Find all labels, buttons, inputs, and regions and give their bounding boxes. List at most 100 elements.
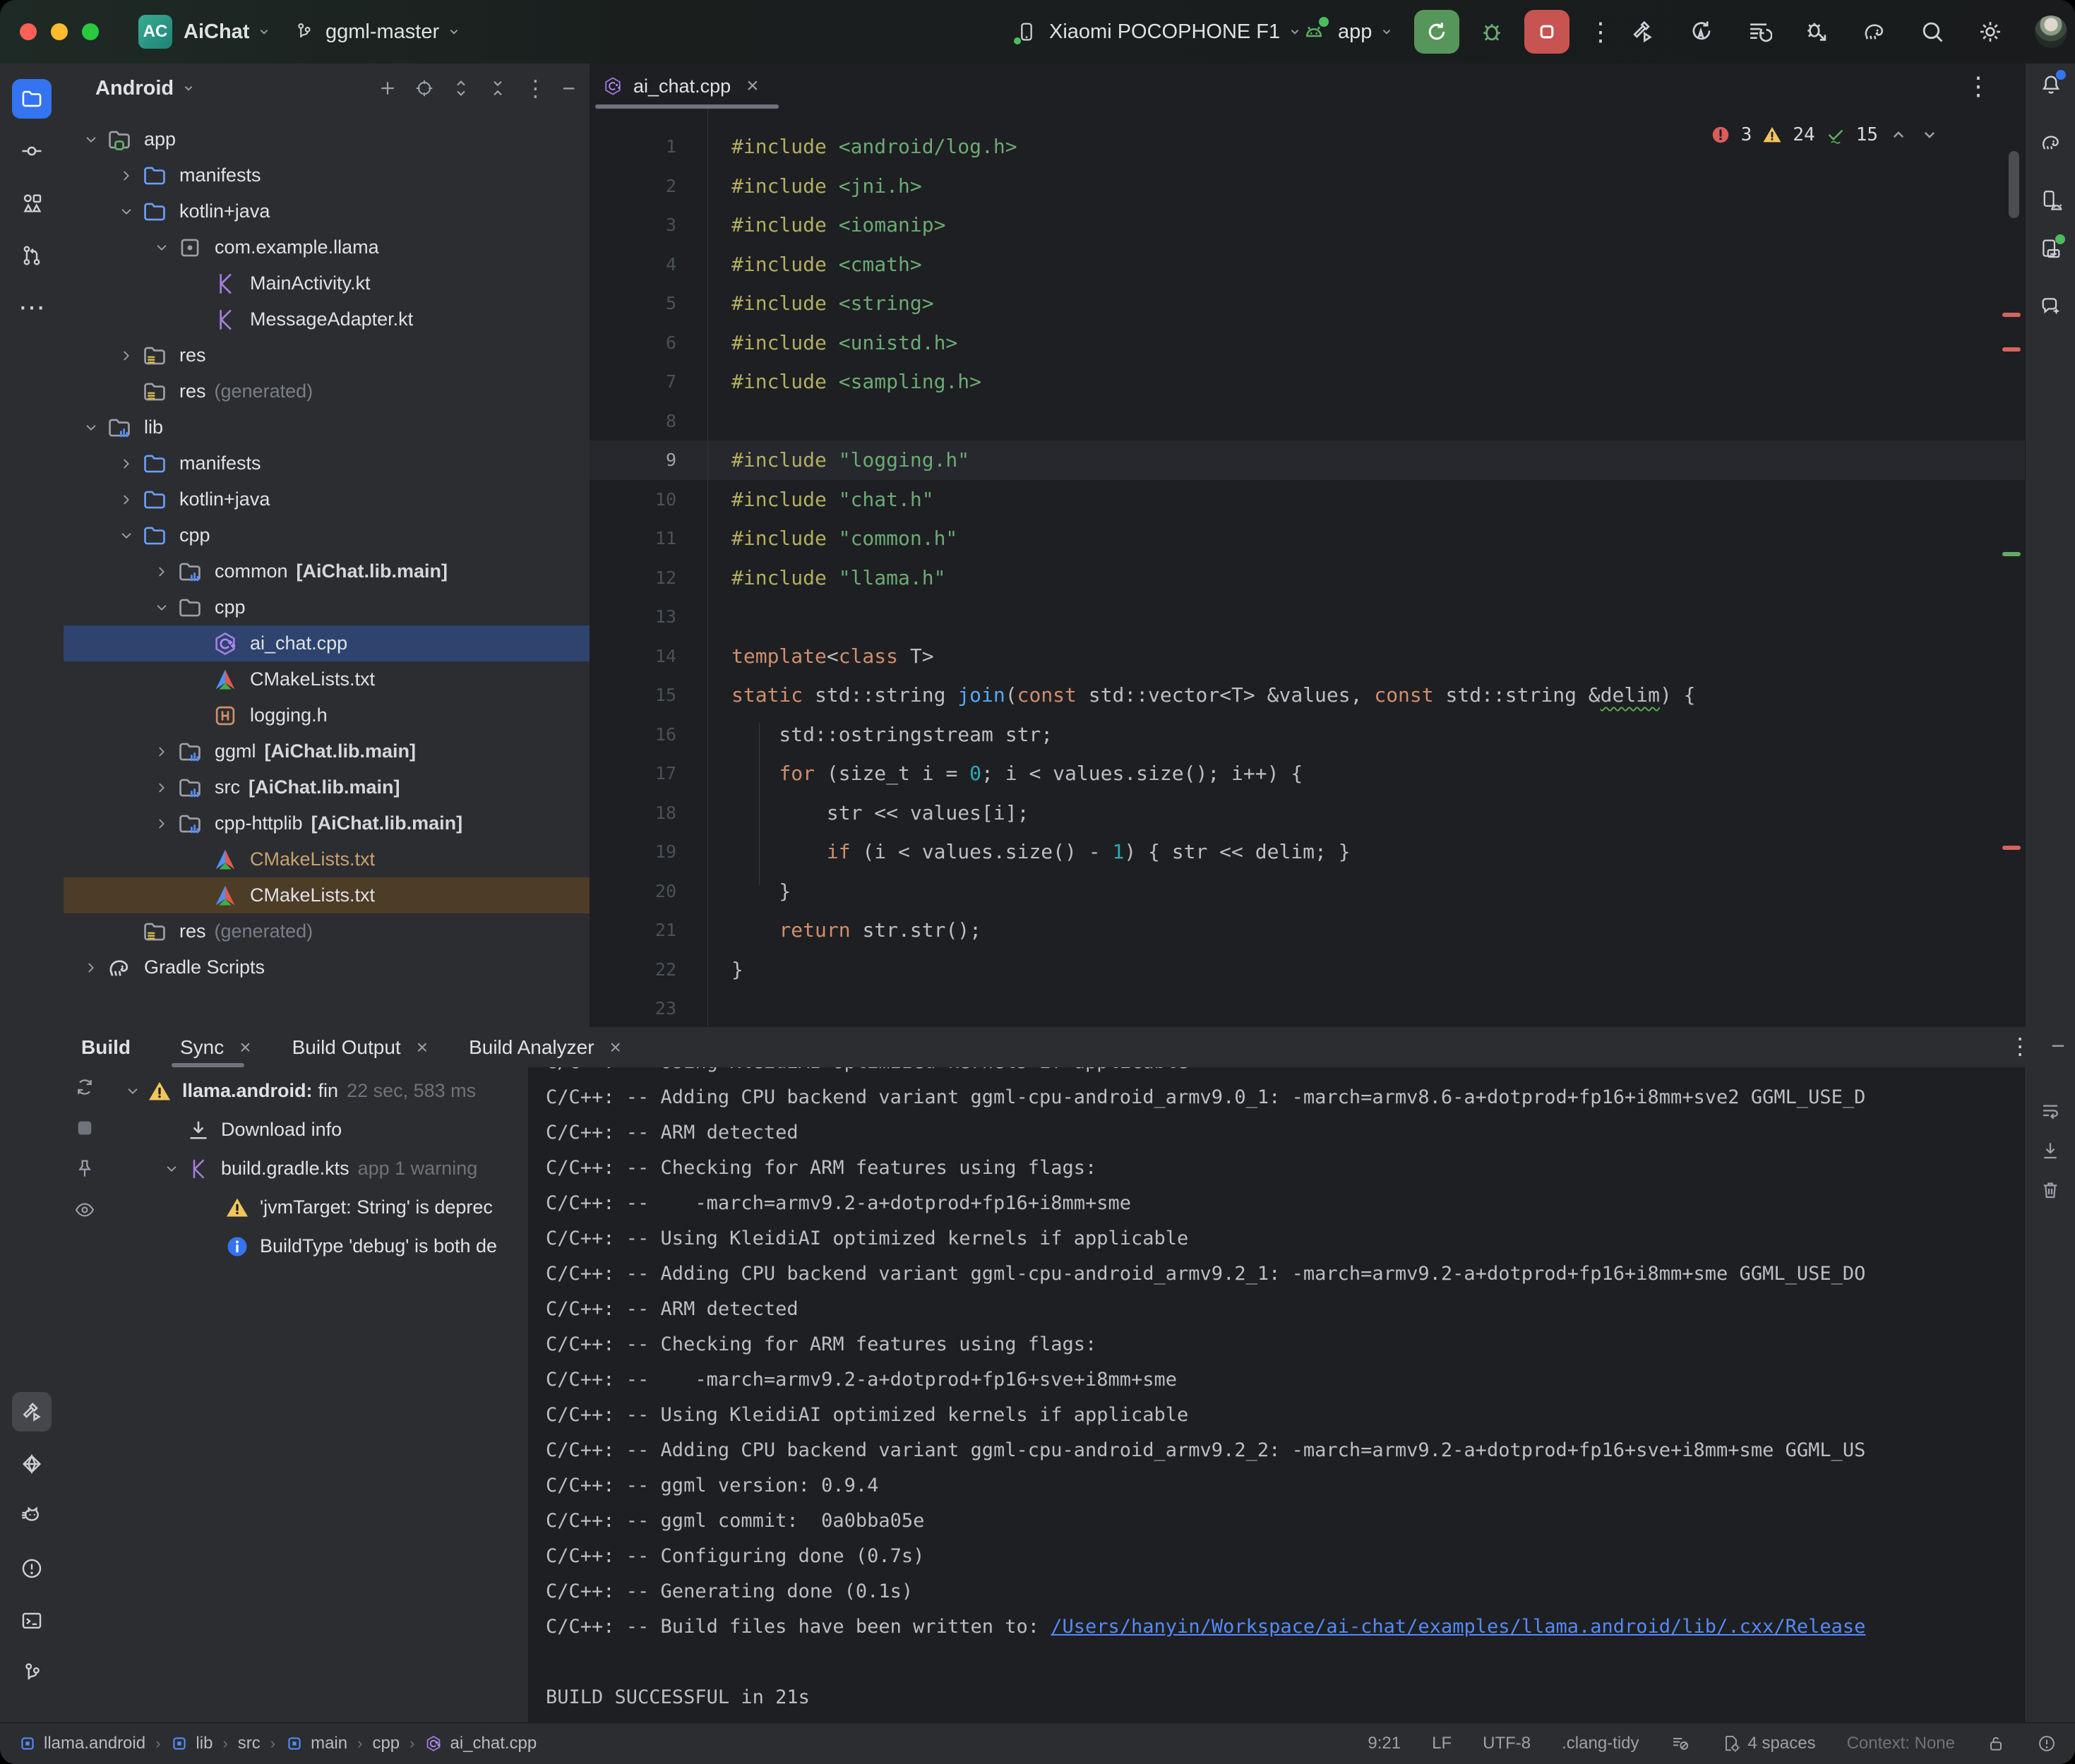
chevron-right-icon[interactable]	[76, 956, 106, 980]
apply-code-changes-icon[interactable]	[1745, 18, 1772, 45]
gemini-assistant-button[interactable]	[2035, 291, 2067, 322]
code-line[interactable]: 14template<class T>	[590, 637, 2025, 676]
code-line[interactable]: 8	[590, 402, 2025, 441]
running-devices-button[interactable]	[2035, 233, 2067, 264]
code-line[interactable]: 22}	[590, 950, 2025, 990]
tree-item[interactable]: kotlin+java	[64, 193, 590, 229]
editor-scrollbar[interactable]	[2009, 151, 2019, 218]
gradle-tool-button[interactable]	[2035, 127, 2067, 158]
tree-item[interactable]: logging.h	[64, 697, 590, 733]
chevron-right-icon[interactable]	[112, 344, 141, 368]
tree-item[interactable]: ai_chat.cpp	[64, 625, 590, 661]
minimize-window-button[interactable]	[51, 23, 68, 40]
inspections-widget[interactable]: 3 24 15	[1710, 124, 1940, 145]
apply-changes-restart-icon[interactable]	[1687, 18, 1714, 45]
breadcrumb-item[interactable]: ai_chat.cpp	[424, 1734, 537, 1753]
build-tab-build-analyzer[interactable]: Build Analyzer×	[469, 1027, 621, 1067]
search-everywhere-icon[interactable]	[1919, 18, 1946, 45]
event-log-icon[interactable]	[2037, 1734, 2057, 1753]
tree-item[interactable]: src[AiChat.lib.main]	[64, 769, 590, 805]
error-stripe-mark[interactable]	[2002, 846, 2021, 850]
build-tab-sync[interactable]: Sync×	[180, 1027, 251, 1067]
resource-manager-tool-button[interactable]	[12, 184, 52, 223]
code-line[interactable]: 4#include <cmath>	[590, 245, 2025, 284]
add-icon[interactable]	[377, 78, 398, 99]
pull-requests-tool-button[interactable]	[12, 236, 52, 275]
stop-square-icon[interactable]	[73, 1117, 96, 1139]
chevron-down-icon[interactable]	[147, 236, 177, 260]
collapse-all-icon[interactable]	[487, 78, 508, 99]
code-line[interactable]: 6#include <unistd.h>	[590, 323, 2025, 363]
build-options-button[interactable]: ⋮	[2009, 1035, 2031, 1057]
code-line[interactable]: 19 if (i < values.size() - 1) { str << d…	[590, 832, 2025, 872]
code-line[interactable]: 20 }	[590, 872, 2025, 911]
error-stripe-mark[interactable]	[2002, 347, 2021, 352]
editor-tab-ai-chat-cpp[interactable]: ai_chat.cpp ×	[590, 64, 777, 109]
chevron-right-icon[interactable]	[147, 812, 177, 836]
prev-problem-icon[interactable]	[1888, 124, 1909, 145]
tree-item[interactable]: MessageAdapter.kt	[64, 301, 590, 337]
hide-panel-button[interactable]: −	[562, 77, 575, 100]
code-line[interactable]: 12#include "llama.h"	[590, 558, 2025, 598]
tree-item[interactable]: ggml[AiChat.lib.main]	[64, 733, 590, 769]
tree-item[interactable]: CMakeLists.txt	[64, 661, 590, 697]
scroll-to-end-button[interactable]	[2035, 1135, 2066, 1166]
panel-options-button[interactable]: ⋮	[524, 77, 546, 100]
close-window-button[interactable]	[20, 23, 37, 40]
maximize-window-button[interactable]	[82, 23, 99, 40]
context-indicator[interactable]: Context: None	[1847, 1734, 1955, 1753]
line-separator[interactable]: LF	[1432, 1734, 1452, 1753]
next-problem-icon[interactable]	[1919, 124, 1940, 145]
tree-item[interactable]: res(generated)	[64, 373, 590, 409]
tree-item[interactable]: MainActivity.kt	[64, 265, 590, 301]
debug-app-button[interactable]	[1478, 18, 1506, 46]
tree-item[interactable]: cpp	[64, 517, 590, 553]
tree-item[interactable]: cpp-httplib[AiChat.lib.main]	[64, 805, 590, 841]
caret-position[interactable]: 9:21	[1368, 1734, 1401, 1753]
chevron-down-icon[interactable]	[119, 1079, 147, 1103]
build-tree-item[interactable]: BuildType 'debug' is both de	[119, 1227, 528, 1266]
breadcrumb-item[interactable]: main	[285, 1734, 347, 1753]
chevron-right-icon[interactable]	[147, 740, 177, 764]
breadcrumb-item[interactable]: src	[238, 1734, 261, 1753]
chevron-right-icon[interactable]	[112, 164, 141, 188]
tree-item[interactable]: manifests	[64, 157, 590, 193]
change-stripe-mark[interactable]	[2002, 552, 2021, 556]
breadcrumb-item[interactable]: llama.android	[18, 1734, 145, 1753]
code-line[interactable]: 17 for (size_t i = 0; i < values.size();…	[590, 754, 2025, 793]
chevron-right-icon[interactable]	[147, 560, 177, 584]
sync-refresh-icon[interactable]	[73, 1076, 96, 1098]
tree-item[interactable]: app	[64, 121, 590, 157]
tree-item[interactable]: CMakeLists.txt	[64, 877, 590, 913]
code-line[interactable]: 2#include <jni.h>	[590, 167, 2025, 206]
chevron-down-icon[interactable]	[76, 416, 106, 440]
attach-debugger-icon[interactable]	[1803, 18, 1830, 45]
code-line[interactable]: 16 std::ostringstream str;	[590, 715, 2025, 755]
build-output-path-link[interactable]: /Users/hanyin/Workspace/ai-chat/examples…	[1051, 1616, 1865, 1638]
run-configuration-selector[interactable]: app	[1301, 0, 1394, 64]
vcs-branch-widget[interactable]: ggml-master	[293, 0, 462, 64]
more-tool-windows-button[interactable]: ⋯	[12, 288, 52, 328]
code-line[interactable]: 3#include <iomanip>	[590, 205, 2025, 245]
settings-gear-icon[interactable]	[1977, 18, 2004, 45]
commit-tool-button[interactable]	[12, 131, 52, 171]
app-quality-insights-tool-button[interactable]	[12, 1444, 52, 1484]
editor-options-button[interactable]: ⋮	[1966, 73, 1991, 99]
terminal-tool-button[interactable]	[12, 1601, 52, 1640]
logcat-tool-button[interactable]	[12, 1496, 52, 1536]
chevron-down-icon[interactable]	[157, 1157, 186, 1181]
error-stripe-mark[interactable]	[2002, 313, 2021, 317]
hide-build-panel-button[interactable]: −	[2051, 1034, 2065, 1058]
project-widget[interactable]: AC AiChat	[138, 0, 272, 64]
build-tree-item[interactable]: build.gradle.ktsapp 1 warning	[119, 1149, 528, 1188]
code-line[interactable]: 5#include <string>	[590, 284, 2025, 323]
chevron-down-icon[interactable]	[147, 596, 177, 620]
soft-wrap-button[interactable]	[2035, 1096, 2066, 1127]
code-line[interactable]: 10#include "chat.h"	[590, 480, 2025, 520]
code-line[interactable]: 15static std::string join(const std::vec…	[590, 676, 2025, 715]
tree-item[interactable]: CMakeLists.txt	[64, 841, 590, 877]
code-line[interactable]: 18 str << values[i];	[590, 793, 2025, 833]
code-editor[interactable]: 1#include <android/log.h>2#include <jni.…	[590, 109, 2025, 1027]
code-line[interactable]: 21 return str.str();	[590, 911, 2025, 950]
device-selector[interactable]: Xiaomi POCOPHONE F1	[1015, 0, 1303, 64]
